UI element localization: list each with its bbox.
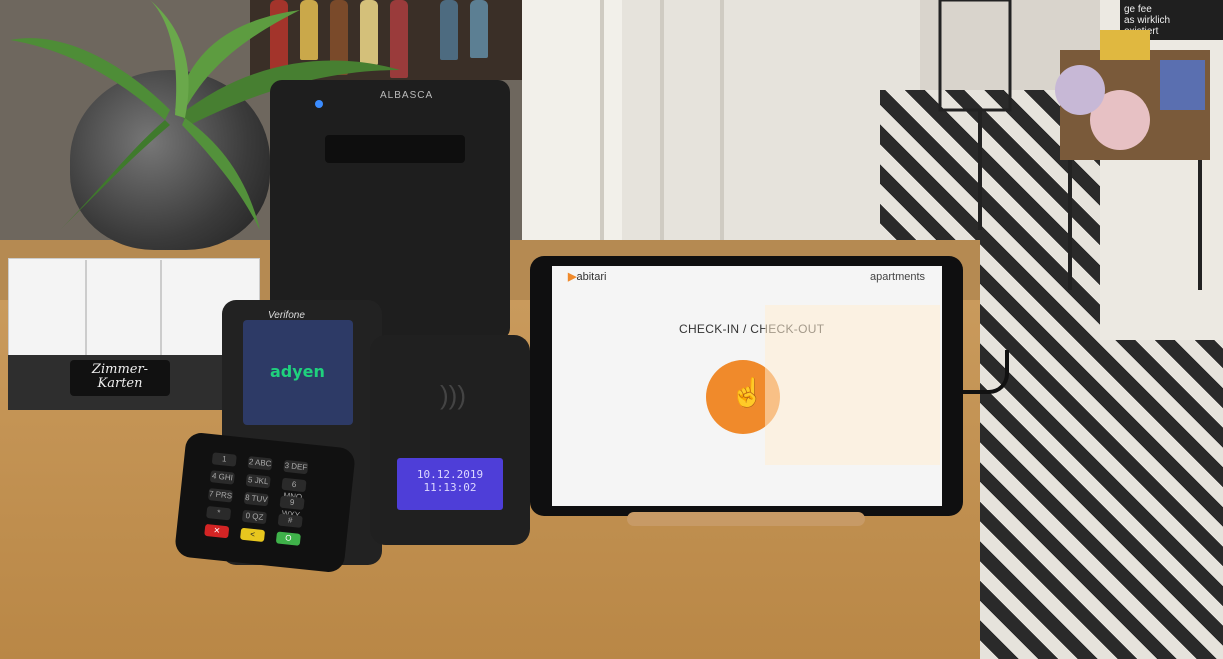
reader-time: 11:13:02 — [423, 481, 477, 494]
pillar-rib — [720, 0, 724, 260]
printer-slot — [325, 135, 465, 163]
key[interactable]: 7 PRS — [207, 488, 234, 503]
pillar-rib — [600, 0, 604, 260]
card-divider — [85, 260, 87, 356]
bottle — [470, 0, 488, 58]
enter-key[interactable]: O — [275, 531, 301, 546]
card-reader — [370, 335, 530, 545]
printer-brand: ALBASCA — [380, 90, 434, 101]
contactless-icon: ))) — [440, 380, 466, 410]
key[interactable]: # — [277, 513, 303, 528]
white-pillar — [522, 0, 622, 270]
screen-glare — [765, 305, 940, 465]
key[interactable]: 2 ABC — [247, 456, 273, 471]
card-divider — [160, 260, 162, 356]
pillar-rib — [660, 0, 664, 260]
key[interactable]: 3 DEF — [283, 459, 309, 475]
key[interactable]: 6 MNO — [281, 477, 307, 502]
key[interactable]: 5 JKL — [245, 473, 271, 489]
brand-logo: apartments — [870, 271, 926, 283]
reader-date: 10.12.2019 — [416, 468, 484, 481]
terminal-keypad: 1 2 ABC 3 DEF 4 GHI 5 JKL 6 MNO 7 PRS 8 … — [173, 431, 357, 574]
card-tag: Zimmer- Karten — [70, 360, 170, 396]
tablet-cable — [955, 350, 1009, 394]
bottle — [440, 0, 458, 60]
reader-display: 10.12.2019 11:13:02 — [397, 458, 503, 510]
clear-key[interactable]: < — [239, 527, 266, 543]
key[interactable]: 4 GHI — [209, 470, 235, 485]
power-led-icon — [315, 100, 323, 108]
terminal-logo: adyen — [270, 362, 325, 381]
key[interactable]: * — [206, 505, 232, 521]
key[interactable]: 8 TUV — [243, 491, 269, 507]
key[interactable]: 1 — [211, 452, 237, 467]
key[interactable]: 0 QZ — [241, 509, 267, 525]
tablet-stand — [627, 512, 865, 526]
app-logo: ▶abitari — [568, 271, 607, 283]
cancel-key[interactable]: ✕ — [204, 523, 230, 539]
hand-pointer-icon: ☝ — [730, 377, 765, 408]
key[interactable]: 9 WXY — [279, 495, 305, 520]
white-column — [620, 0, 920, 260]
photo-scene: ge fee as wirklich existiert Zimmer- Kar… — [0, 0, 1223, 659]
